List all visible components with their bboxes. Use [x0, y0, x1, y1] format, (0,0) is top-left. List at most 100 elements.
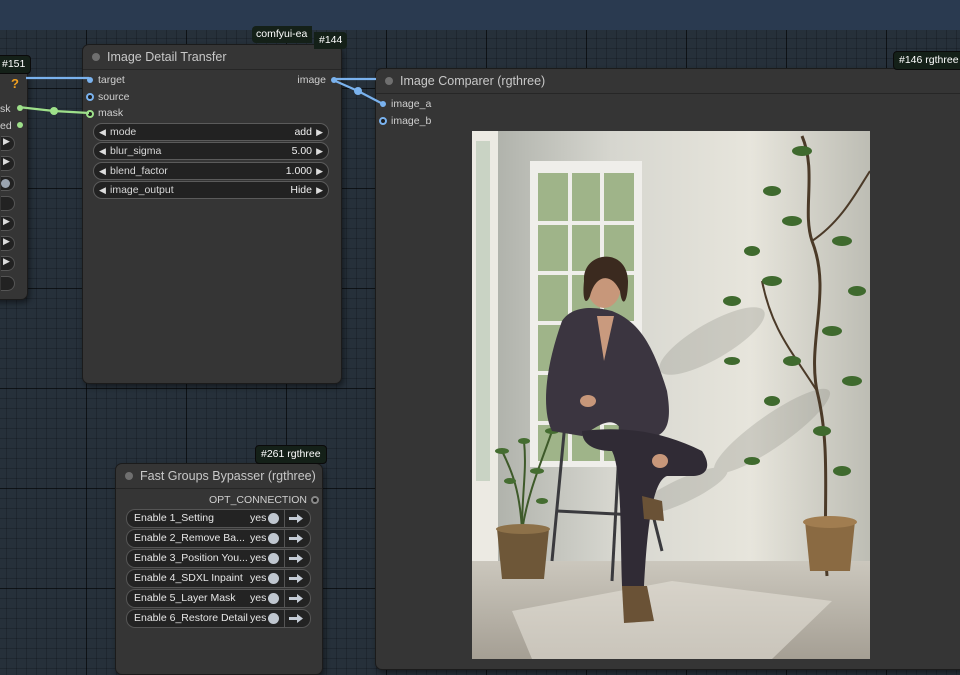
node-title-bar[interactable]: Image Comparer (rgthree): [376, 69, 960, 94]
toggle-enable-6[interactable]: Enable 6_Restore Detail yes: [126, 609, 311, 628]
left-arrow-icon[interactable]: ◀: [99, 124, 106, 140]
image-b-input-dot[interactable]: [379, 117, 387, 125]
divider: [284, 530, 285, 547]
divider: [284, 550, 285, 567]
left-widget-2[interactable]: ▶: [1, 156, 15, 171]
second-output-dot[interactable]: [17, 122, 23, 128]
toggle-label: Enable 2_Remove Ba...: [134, 532, 245, 544]
wire-mask: [17, 105, 90, 115]
node-status-dot-icon[interactable]: [92, 53, 100, 61]
image-output-dot[interactable]: [331, 77, 337, 83]
left-toggle-2[interactable]: [1, 196, 15, 211]
toggle-label: Enable 6_Restore Detail: [134, 612, 248, 624]
left-partial-node[interactable]: ? sk ed ▶ ▶ ▶ ▶ ▶: [0, 68, 28, 300]
right-arrow-icon: ▶: [3, 236, 10, 246]
toggle-knob-icon[interactable]: [268, 533, 279, 544]
widget-name: blend_factor: [110, 165, 168, 177]
left-arrow-icon[interactable]: ◀: [99, 143, 106, 159]
go-arrow-icon[interactable]: [289, 534, 303, 543]
right-arrow-icon: ▶: [3, 216, 10, 226]
input-source: source: [98, 91, 130, 103]
slot-label-second: ed: [0, 120, 12, 132]
top-bar: [0, 0, 960, 30]
left-pot: [497, 529, 549, 579]
toggle-state: yes: [250, 592, 267, 604]
left-toggle-1[interactable]: [1, 176, 15, 191]
target-input-dot[interactable]: [87, 77, 93, 83]
toggle-enable-5[interactable]: Enable 5_Layer Mask yes: [126, 589, 311, 608]
person-hand-left: [580, 395, 596, 407]
output-opt-connection: OPT_CONNECTION: [208, 494, 307, 506]
widget-value: add: [294, 126, 312, 138]
toggle-label: Enable 5_Layer Mask: [134, 592, 236, 604]
toggle-state: yes: [250, 612, 267, 624]
image-a-input-dot[interactable]: [380, 101, 386, 107]
image-detail-transfer-node[interactable]: Image Detail Transfer target source mask…: [82, 44, 342, 384]
go-arrow-icon[interactable]: [289, 594, 303, 603]
node-title-bar[interactable]: Image Detail Transfer: [83, 45, 341, 70]
node-status-dot-icon[interactable]: [125, 472, 133, 480]
widget-value: 1.000: [285, 165, 312, 177]
right-arrow-icon: ▶: [3, 136, 10, 146]
toggle-knob-icon[interactable]: [268, 513, 279, 524]
left-widget-4[interactable]: ▶: [1, 236, 15, 251]
image-output-widget[interactable]: ◀ image_output Hide ▶: [93, 181, 329, 199]
left-toggle-3[interactable]: [1, 276, 15, 291]
divider: [284, 510, 285, 527]
left-widget-3[interactable]: ▶: [1, 216, 15, 231]
go-arrow-icon[interactable]: [289, 554, 303, 563]
comparer-node-badge: #146 rgthree: [893, 51, 960, 70]
bypasser-node-badge: #261 rgthree: [255, 445, 327, 464]
input-image-a: image_a: [391, 98, 432, 110]
toggle-knob-icon[interactable]: [268, 553, 279, 564]
toggle-enable-1[interactable]: Enable 1_Setting yes: [126, 509, 311, 528]
right-basket: [805, 521, 855, 571]
output-image: image: [297, 74, 326, 86]
toggle-enable-3[interactable]: Enable 3_Position You... yes: [126, 549, 311, 568]
badge-source: comfyui-ea: [252, 26, 312, 43]
mode-widget[interactable]: ◀ mode add ▶: [93, 123, 329, 141]
widget-name: blur_sigma: [110, 145, 162, 157]
widget-value: Hide: [290, 184, 312, 196]
left-widget-1[interactable]: ▶: [1, 136, 15, 151]
source-input-dot[interactable]: [86, 93, 94, 101]
blend-factor-widget[interactable]: ◀ blend_factor 1.000 ▶: [93, 162, 329, 180]
node-title: Image Detail Transfer: [107, 50, 227, 64]
node-status-dot-icon[interactable]: [385, 77, 393, 85]
left-arrow-icon[interactable]: ◀: [99, 163, 106, 179]
node-title: Fast Groups Bypasser (rgthree): [140, 469, 316, 483]
mask-output-dot[interactable]: [17, 105, 23, 111]
go-arrow-icon[interactable]: [289, 614, 303, 623]
badge-id: #144: [314, 32, 348, 49]
divider: [284, 590, 285, 607]
fast-groups-bypasser-node[interactable]: Fast Groups Bypasser (rgthree) OPT_CONNE…: [115, 463, 323, 675]
go-arrow-icon[interactable]: [289, 574, 303, 583]
toggle-enable-2[interactable]: Enable 2_Remove Ba... yes: [126, 529, 311, 548]
input-target: target: [98, 74, 125, 86]
go-arrow-icon[interactable]: [289, 514, 303, 523]
blur-sigma-widget[interactable]: ◀ blur_sigma 5.00 ▶: [93, 142, 329, 160]
mask-input-dot[interactable]: [86, 110, 94, 118]
toggle-knob-icon[interactable]: [268, 593, 279, 604]
wire-mask-midpoint: [50, 107, 58, 115]
right-basket-rim: [803, 516, 857, 528]
right-arrow-icon[interactable]: ▶: [316, 143, 323, 159]
left-arrow-icon[interactable]: ◀: [99, 182, 106, 198]
comparer-image-preview[interactable]: [472, 131, 870, 659]
right-arrow-icon[interactable]: ▶: [316, 182, 323, 198]
toggle-state: yes: [250, 552, 267, 564]
toggle-state: yes: [250, 532, 267, 544]
toggle-knob-icon[interactable]: [268, 613, 279, 624]
image-comparer-node[interactable]: Image Comparer (rgthree) image_a image_b: [375, 68, 960, 670]
node-title-bar[interactable]: Fast Groups Bypasser (rgthree): [116, 464, 322, 489]
opt-connection-output-dot[interactable]: [311, 496, 319, 504]
toggle-state: yes: [250, 572, 267, 584]
divider: [284, 610, 285, 627]
left-pot-rim: [496, 524, 550, 534]
toggle-label: Enable 1_Setting: [134, 512, 214, 524]
right-arrow-icon[interactable]: ▶: [316, 163, 323, 179]
right-arrow-icon[interactable]: ▶: [316, 124, 323, 140]
toggle-knob-icon[interactable]: [268, 573, 279, 584]
toggle-enable-4[interactable]: Enable 4_SDXL Inpaint yes: [126, 569, 311, 588]
left-widget-5[interactable]: ▶: [1, 256, 15, 271]
